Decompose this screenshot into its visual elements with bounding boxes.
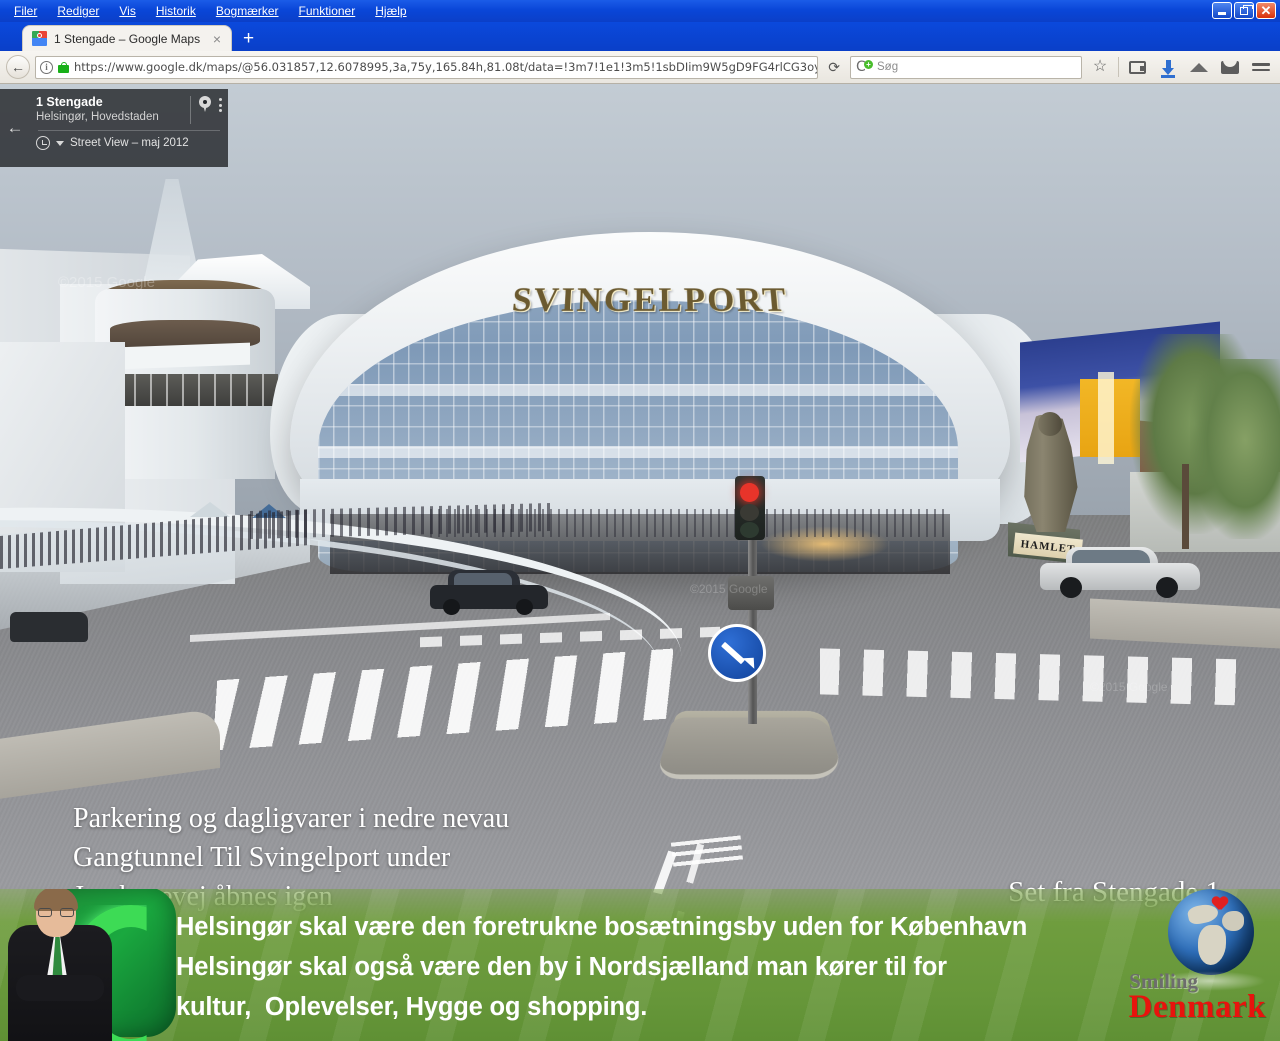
promo-banner-text: Helsingør skal være den foretrukne bosæt… [176,913,1028,1021]
map-pin-icon[interactable] [199,96,211,113]
wallet-button[interactable] [1124,60,1150,74]
more-options-icon[interactable] [219,96,222,112]
globe-icon [1168,889,1254,975]
star-icon: ☆ [1092,58,1108,75]
car-far-left [10,612,88,642]
tab-google-maps[interactable]: 1 Stengade – Google Maps × [22,25,232,51]
app-menu-button[interactable] [1248,60,1274,74]
tab-title: 1 Stengade – Google Maps [54,31,201,46]
keep-right-arrow-sign [708,624,766,682]
close-tab-icon[interactable]: × [211,32,223,46]
menu-item-filer-label: Filer [14,4,38,18]
statue-head [1038,412,1062,436]
signal-pole [748,516,757,724]
card-divider-vertical [190,96,191,124]
heart-icon [1212,897,1228,912]
streetview-info-card: ← 1 Stengade Helsingør, Hovedstaden Stre… [0,89,228,167]
menu-item-bogmaerker[interactable]: Bogmærker [206,2,289,20]
tree-right [1190,359,1280,539]
site-info-icon[interactable]: i [40,60,53,74]
upload-button[interactable] [1186,62,1212,72]
streetview-address-subtitle: Helsingør, Hovedstaden [36,111,159,123]
search-provider-icon: C + [856,59,873,75]
streetview-history-row[interactable]: Street View – maj 2012 [36,131,222,150]
tab-strip: 1 Stengade – Google Maps × + [0,22,1280,51]
minimize-button[interactable] [1212,2,1232,19]
menu-item-historik-label: Historik [155,4,196,18]
menu-item-bogmaerker-label: Bogmærker [215,4,279,18]
menu-item-historik[interactable]: Historik [146,2,206,20]
menu-item-hjaelp-label: Hjælp [375,4,407,18]
browser-window: Filer Rediger Vis Historik Bogmærker Fun… [0,0,1280,1041]
close-icon: ✕ [1260,3,1272,18]
streetview-title-row: 1 Stengade Helsingør, Hovedstaden [36,95,222,125]
brand-word-denmark: Denmark [1128,989,1266,1025]
bookmark-star-button[interactable]: ☆ [1087,59,1113,75]
building-right-light-strip [1098,372,1114,464]
toolbar-separator [1118,57,1119,77]
traffic-light-red-lamp [740,483,759,502]
diagonal-arrow-icon [719,635,755,671]
menu-item-vis[interactable]: Vis [109,2,145,20]
signal-control-box [728,576,774,610]
menu-item-funktioner[interactable]: Funktioner [289,2,366,20]
restore-button[interactable] [1234,2,1254,19]
menu-item-filer[interactable]: Filer [4,2,47,20]
traffic-light-amber-lamp [740,504,759,521]
close-button[interactable]: ✕ [1256,2,1276,19]
menu-item-rediger[interactable]: Rediger [47,2,109,20]
streetview-capture-date: Street View – maj 2012 [70,137,189,149]
glass-band-2 [318,446,958,458]
upload-icon [1190,62,1208,72]
building-sign: SVINGELPORT [510,280,790,319]
streetview-card-actions [190,95,222,124]
glass-band-1 [318,384,958,396]
person-photo [6,889,114,1041]
menu-item-vis-label: Vis [119,4,136,18]
clock-icon [36,136,50,150]
menu-bar: Filer Rediger Vis Historik Bogmærker Fun… [0,0,1280,22]
add-search-plus-icon: + [864,59,873,69]
streetview-viewport[interactable]: SVINGELPORT HAMLET ©2015 Google ©2015 Go… [0,84,1280,1041]
new-tab-button[interactable]: + [232,29,265,48]
menu-items: Filer Rediger Vis Historik Bogmærker Fun… [0,2,417,20]
rotunda-window-band-lower [118,374,278,406]
google-maps-favicon [32,31,47,46]
hamburger-menu-icon [1252,60,1270,74]
window-controls: ✕ [1212,2,1276,19]
search-box[interactable]: C + Søg [850,55,1082,79]
portrait-block [6,889,181,1041]
streetview-address-block: 1 Stengade Helsingør, Hovedstaden [36,95,190,125]
menu-item-funktioner-label: Funktioner [298,4,356,18]
glasses-icon [38,908,74,917]
back-button[interactable]: ← [6,55,30,79]
wallet-icon [1128,60,1146,74]
minimize-icon [1218,12,1226,15]
menu-item-rediger-label: Rediger [57,4,100,18]
streetview-card-body: 1 Stengade Helsingør, Hovedstaden Street… [30,89,228,167]
car-silver-hatchback [1040,544,1200,598]
streetview-address-title: 1 Stengade [36,95,103,109]
back-arrow-icon: ← [11,59,25,75]
address-bar[interactable]: i https://www.google.dk/maps/@56.031857,… [35,55,819,79]
reload-button[interactable]: ⟳ [823,59,845,76]
lock-icon [58,61,69,74]
chevron-down-icon[interactable] [56,140,64,146]
restore-icon [1240,4,1253,15]
traffic-island-curb [654,717,846,780]
menu-item-hjaelp[interactable]: Hjælp [365,2,416,20]
search-input-placeholder[interactable]: Søg [877,61,898,73]
navigation-toolbar: ← i https://www.google.dk/maps/@56.03185… [0,51,1280,84]
smiling-denmark-logo: Smiling Denmark [1112,889,1272,1037]
tree-trunk [1182,464,1189,549]
url-text: https://www.google.dk/maps/@56.031857,12… [74,60,819,74]
promo-banner: Helsingør skal være den foretrukne bosæt… [0,889,1280,1041]
mail-button[interactable] [1217,60,1243,74]
traffic-light-green-lamp [740,522,759,538]
car-dark-hatchback [430,570,548,615]
mail-icon [1221,60,1239,74]
streetview-back-button[interactable]: ← [0,89,30,167]
